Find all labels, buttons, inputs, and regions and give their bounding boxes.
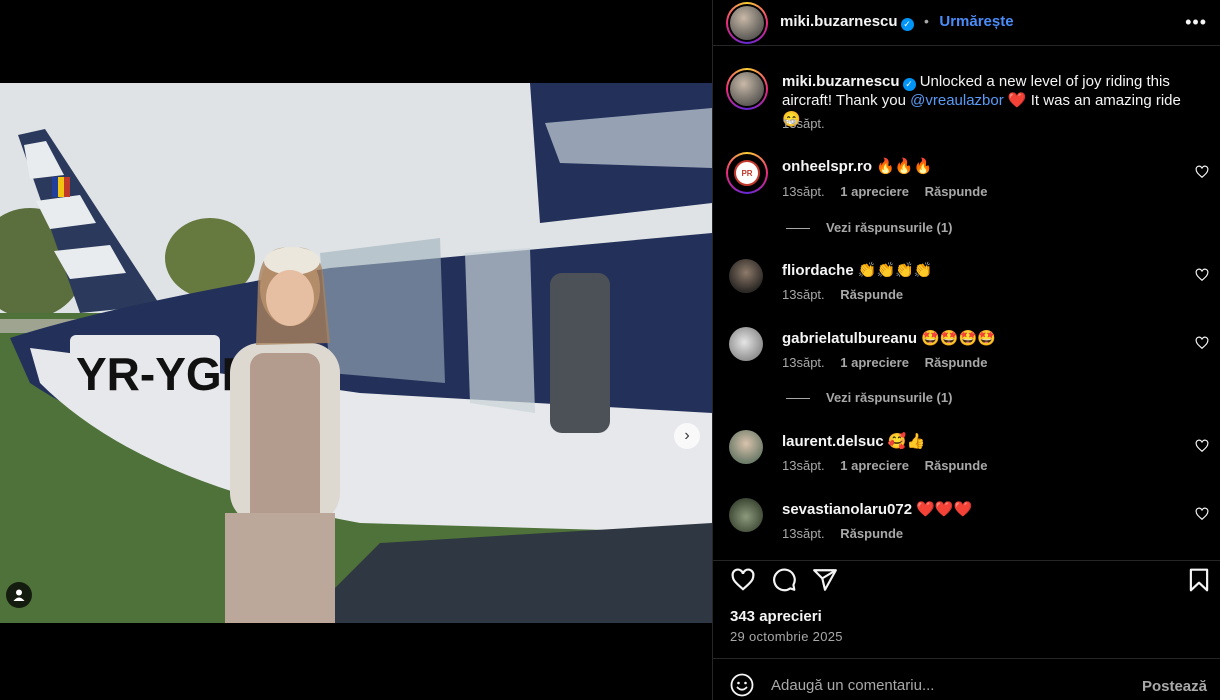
post-comment-button[interactable]: Postează [1142,678,1207,695]
view-replies-label: Vezi răspunsurile (1) [826,390,953,405]
share-icon[interactable] [812,567,838,593]
author-username[interactable]: miki.buzarnescu [780,13,898,30]
emoji-icon[interactable] [730,673,754,697]
view-replies-button[interactable]: Vezi răspunsurile (1) [786,390,952,405]
comment-reply-button[interactable]: Răspunde [840,526,903,541]
caption-author-avatar[interactable] [726,68,768,110]
comment-likes-count[interactable]: 1 apreciere [840,184,909,199]
view-replies-button[interactable]: Vezi răspunsurile (1) [786,220,952,235]
comment-likes-count[interactable]: 1 apreciere [840,355,909,370]
post-header: miki.buzarnescu ✓ • Urmărește ••• [713,0,1220,46]
separator-dot: • [924,13,929,29]
comment-timestamp[interactable]: 13săpt. [782,526,825,541]
verified-badge-icon: ✓ [902,78,916,91]
more-options-icon[interactable]: ••• [1185,12,1207,33]
comment-avatar[interactable] [729,327,763,361]
comment-text: 🥰👍 [887,433,926,450]
caption-text: miki.buzarnescu ✓ Unlocked a new level of… [782,72,1202,129]
next-media-button[interactable]: › [674,423,700,449]
comment-username[interactable]: gabrielatulbureanu [782,330,917,347]
author-avatar[interactable] [726,2,768,44]
comment-reply-button[interactable]: Răspunde [925,355,988,370]
person-icon [13,589,25,601]
replies-divider-line [786,228,810,230]
heart-icon[interactable] [730,567,756,593]
comment-avatar[interactable] [729,498,763,532]
comment-username[interactable]: sevastianolaru072 [782,501,912,518]
comment-avatar[interactable] [729,430,763,464]
post-media: YR-YGR › [0,0,712,700]
comment-avatar[interactable]: PR [726,152,768,194]
comment-username[interactable]: laurent.delsuc [782,433,884,450]
like-comment-heart-icon[interactable] [1195,336,1209,350]
comment-username[interactable]: fliordache [782,262,854,279]
comment-reply-button[interactable]: Răspunde [925,184,988,199]
comment-timestamp[interactable]: 13săpt. [782,458,825,473]
post-photo[interactable]: YR-YGR › [0,83,712,623]
comment-timestamp[interactable]: 13săpt. [782,355,825,370]
comment-icon[interactable] [771,567,797,593]
comment-reply-button[interactable]: Răspunde [840,287,903,302]
caption-timestamp[interactable]: 13săpt. [782,116,825,131]
chevron-right-icon: › [684,427,690,444]
aircraft-registration-text: YR-YGR [76,348,255,400]
likes-count[interactable]: 343 aprecieri [730,608,822,625]
comment-likes-count[interactable]: 1 apreciere [840,458,909,473]
follow-button[interactable]: Urmărește [939,13,1013,30]
comment-username[interactable]: onheelspr.ro [782,158,872,175]
like-comment-heart-icon[interactable] [1195,439,1209,453]
comment-timestamp[interactable]: 13săpt. [782,184,825,199]
verified-badge-icon: ✓ [900,18,914,31]
comment-reply-button[interactable]: Răspunde [925,458,988,473]
caption-username[interactable]: miki.buzarnescu [782,73,900,90]
tagged-users-button[interactable] [6,582,32,608]
comment-timestamp[interactable]: 13săpt. [782,287,825,302]
bookmark-icon[interactable] [1186,567,1212,593]
comment-input[interactable] [771,671,1131,699]
replies-divider-line [786,398,810,400]
view-replies-label: Vezi răspunsurile (1) [826,220,953,235]
post-date: 29 octombrie 2025 [730,629,843,644]
caption-heart-emoji: ❤️ [1007,92,1027,109]
airplane-photo-illustration: YR-YGR [0,83,712,623]
post-sidebar: miki.buzarnescu ✓ • Urmărește ••• miki.bu… [712,0,1220,700]
comment-text: 👏👏👏👏 [857,262,933,279]
like-comment-heart-icon[interactable] [1195,165,1209,179]
comment-text: 🔥🔥🔥 [876,158,933,175]
like-comment-heart-icon[interactable] [1195,507,1209,521]
onheels-logo-icon: PR [734,160,760,186]
comment-avatar[interactable] [729,259,763,293]
comment-text: ❤️❤️❤️ [916,501,973,518]
like-comment-heart-icon[interactable] [1195,268,1209,282]
comment-text: 🤩🤩🤩🤩 [921,330,996,347]
post-actions-bar [713,560,1220,600]
caption-mention-link[interactable]: @vreaulazbor [910,92,1004,109]
comment-composer: Postează [713,658,1220,700]
